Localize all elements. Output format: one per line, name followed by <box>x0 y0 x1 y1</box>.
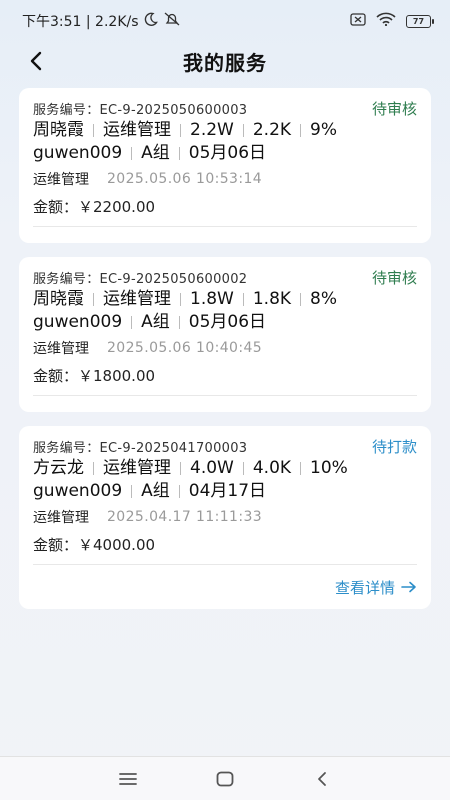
status-badge: 待打款 <box>371 437 417 456</box>
home-square-icon <box>216 771 234 787</box>
percent-value: 10% <box>310 458 348 478</box>
battery-icon: 77 <box>406 14 434 28</box>
amount: 金额：￥4000.00 <box>33 536 156 554</box>
status-left: 下午3:51 | 2.2K/s <box>22 11 181 31</box>
system-nav-bar <box>0 756 450 800</box>
service-date: 05月06日 <box>188 312 267 332</box>
detail-row: 查看详情 <box>33 565 417 609</box>
chevron-left-icon <box>30 51 42 71</box>
status-right: 77 <box>350 12 434 30</box>
user-id: guwen009 <box>33 312 123 332</box>
wifi-icon <box>376 12 396 30</box>
card-header: 服务编号：EC-9-2025041700003 待打款 <box>33 436 417 456</box>
customer-summary: 周晓霞 运维管理 2.2W 2.2K 9% <box>33 120 417 141</box>
group-name: A组 <box>141 143 170 163</box>
assignee-summary: guwen009 A组 05月06日 <box>33 312 417 333</box>
capacity-value: 1.8K <box>252 289 292 309</box>
home-button[interactable] <box>213 768 237 790</box>
capacity-value: 4.0K <box>252 458 292 478</box>
service-date: 04月17日 <box>188 481 267 501</box>
timestamp: 2025.05.06 10:53:14 <box>107 171 263 187</box>
nav-back-button[interactable] <box>310 768 334 790</box>
card-header: 服务编号：EC-9-2025050600003 待审核 <box>33 98 417 118</box>
power-value: 1.8W <box>190 289 234 309</box>
status-badge: 待审核 <box>371 99 417 118</box>
amount: 金额：￥1800.00 <box>33 367 156 385</box>
battery-level: 77 <box>406 14 431 28</box>
moon-icon <box>144 12 158 30</box>
view-details-link[interactable]: 查看详情 <box>335 577 417 598</box>
group-name: A组 <box>141 481 170 501</box>
order-number: 服务编号：EC-9-2025050600003 <box>33 102 248 118</box>
type-time-row: 运维管理 2025.05.06 10:40:45 <box>33 338 417 358</box>
timestamp: 2025.05.06 10:40:45 <box>107 340 263 356</box>
arrow-right-icon <box>401 581 416 593</box>
percent-value: 9% <box>310 120 338 140</box>
customer-name: 周晓霞 <box>33 120 84 140</box>
capacity-value: 2.2K <box>252 120 292 140</box>
amount: 金额：￥2200.00 <box>33 198 156 216</box>
service-list: 服务编号：EC-9-2025050600003 待审核 周晓霞 运维管理 2.2W 2… <box>0 80 450 609</box>
type-time-row: 运维管理 2025.04.17 11:11:33 <box>33 507 417 527</box>
assignee-summary: guwen009 A组 05月06日 <box>33 143 417 164</box>
timestamp: 2025.04.17 11:11:33 <box>107 509 263 525</box>
customer-summary: 方云龙 运维管理 4.0W 4.0K 10% <box>33 458 417 479</box>
power-value: 4.0W <box>190 458 234 478</box>
page-title: 我的服务 <box>183 50 267 75</box>
menu-icon <box>119 773 137 785</box>
user-id: guwen009 <box>33 143 123 163</box>
status-time-speed: 下午3:51 | 2.2K/s <box>22 14 139 30</box>
service-type: 运维管理 <box>103 120 171 140</box>
mute-notification-icon <box>163 12 181 30</box>
view-details-label: 查看详情 <box>334 578 395 597</box>
service-type: 运维管理 <box>103 458 171 478</box>
back-button[interactable] <box>22 46 50 76</box>
menu-button[interactable] <box>116 768 140 790</box>
customer-name: 周晓霞 <box>33 289 84 309</box>
group-name: A组 <box>141 312 170 332</box>
type-label: 运维管理 <box>33 172 89 188</box>
power-value: 2.2W <box>190 120 234 140</box>
order-number: 服务编号：EC-9-2025050600002 <box>33 271 248 287</box>
card-header: 服务编号：EC-9-2025050600002 待审核 <box>33 267 417 287</box>
chevron-left-icon <box>318 772 326 786</box>
status-badge: 待审核 <box>371 268 417 287</box>
order-number: 服务编号：EC-9-2025041700003 <box>33 440 248 456</box>
status-bar: 下午3:51 | 2.2K/s 77 <box>0 0 450 42</box>
service-card[interactable]: 服务编号：EC-9-2025041700003 待打款 方云龙 运维管理 4.0W 4… <box>19 426 431 609</box>
user-id: guwen009 <box>33 481 123 501</box>
type-label: 运维管理 <box>33 510 89 526</box>
type-time-row: 运维管理 2025.05.06 10:53:14 <box>33 169 417 189</box>
service-card[interactable]: 服务编号：EC-9-2025050600002 待审核 周晓霞 运维管理 1.8W 1… <box>19 257 431 412</box>
customer-summary: 周晓霞 运维管理 1.8W 1.8K 8% <box>33 289 417 310</box>
customer-name: 方云龙 <box>33 458 84 478</box>
percent-value: 8% <box>310 289 338 309</box>
sim-off-icon <box>350 12 366 30</box>
service-card[interactable]: 服务编号：EC-9-2025050600003 待审核 周晓霞 运维管理 2.2W 2… <box>19 88 431 243</box>
type-label: 运维管理 <box>33 341 89 357</box>
assignee-summary: guwen009 A组 04月17日 <box>33 481 417 502</box>
service-date: 05月06日 <box>188 143 267 163</box>
app-bar: 我的服务 <box>0 42 450 80</box>
service-type: 运维管理 <box>103 289 171 309</box>
